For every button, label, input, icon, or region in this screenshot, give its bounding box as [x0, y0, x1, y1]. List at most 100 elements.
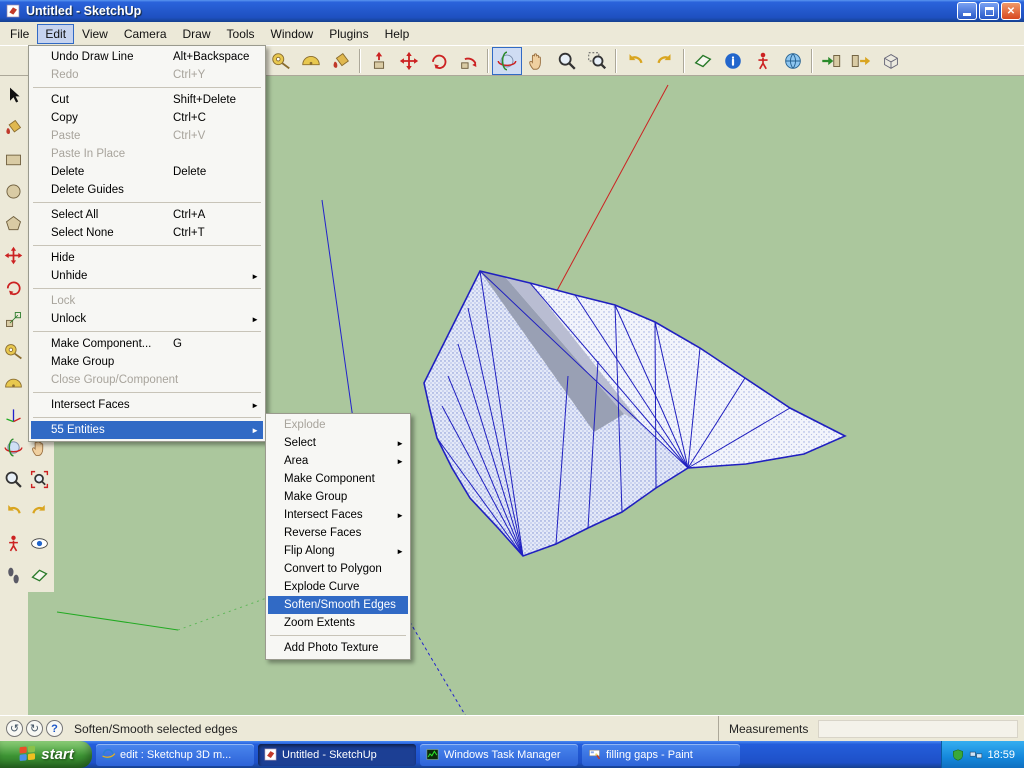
taskbar-clock[interactable]: 18:59 [987, 749, 1015, 761]
edit-menu-item-delete[interactable]: Delete Delete [31, 163, 263, 181]
entities-submenu-item-add-photo-texture[interactable]: Add Photo Texture [268, 639, 408, 657]
shield-tray-icon[interactable] [951, 748, 965, 762]
paint-bucket-tool-button[interactable] [326, 47, 356, 75]
pushpull-tool-button[interactable] [364, 47, 394, 75]
menu-window[interactable]: Window [263, 24, 322, 44]
network-tray-icon[interactable] [969, 748, 983, 762]
entities-submenu-item-explode-curve[interactable]: Explode Curve [268, 578, 408, 596]
circle-tool-button[interactable] [1, 175, 26, 207]
entities-submenu-item-area[interactable]: Area ► [268, 452, 408, 470]
entities-submenu-item-intersect-faces[interactable]: Intersect Faces ► [268, 506, 408, 524]
edit-menu-item-copy[interactable]: Copy Ctrl+C [31, 109, 263, 127]
edit-menu-item-close-group-component[interactable]: Close Group/Component [31, 371, 263, 389]
taskbar-item-windows-task-manager[interactable]: Windows Task Manager [420, 743, 578, 766]
close-button[interactable]: ✕ [1001, 2, 1021, 20]
menu-edit[interactable]: Edit [37, 23, 75, 44]
section-plane-tool-button[interactable] [688, 47, 718, 75]
import-tool-button[interactable] [816, 47, 846, 75]
edit-menu-item-paste-in-place[interactable]: Paste In Place [31, 145, 263, 163]
edit-menu-item-intersect-faces[interactable]: Intersect Faces ► [31, 396, 263, 414]
rotate-ccw-icon[interactable]: ↺ [6, 720, 23, 737]
menu-file[interactable]: File [2, 24, 37, 44]
measurements-field[interactable] [818, 719, 1018, 738]
menu-tools[interactable]: Tools [219, 24, 263, 44]
entities-submenu-item-convert-to-polygon[interactable]: Convert to Polygon [268, 560, 408, 578]
walk-tool-button[interactable] [1, 559, 26, 591]
position-camera-tool-button[interactable] [1, 527, 26, 559]
menu-help[interactable]: Help [377, 24, 418, 44]
rectangle-tool-button[interactable] [1, 143, 26, 175]
entities-submenu-item-make-group[interactable]: Make Group [268, 488, 408, 506]
component-tool-button[interactable] [876, 47, 906, 75]
menu-plugins[interactable]: Plugins [321, 24, 376, 44]
entities-submenu-item-reverse-faces[interactable]: Reverse Faces [268, 524, 408, 542]
minimize-button[interactable] [957, 2, 977, 20]
menu-camera[interactable]: Camera [116, 24, 175, 44]
zoom-extents-tool-button[interactable] [27, 463, 52, 495]
previous-view-tool-button[interactable] [620, 47, 650, 75]
edit-menu-item-select-none[interactable]: Select None Ctrl+T [31, 224, 263, 242]
entities-submenu-item-make-component[interactable]: Make Component [268, 470, 408, 488]
help-icon[interactable]: ? [46, 720, 63, 737]
rotate-tool-button[interactable] [1, 271, 26, 303]
edit-menu-item-select-all[interactable]: Select All Ctrl+A [31, 206, 263, 224]
protractor-tool-button[interactable] [1, 367, 26, 399]
look-around-tool-button[interactable] [27, 527, 52, 559]
sketchup-app-icon[interactable] [5, 3, 21, 19]
move-tool-button[interactable] [394, 47, 424, 75]
taskbar-item-edit-sketchup-3d-m[interactable]: edit : Sketchup 3D m... [96, 743, 254, 766]
export-tool-button[interactable] [846, 47, 876, 75]
globe-tool-button[interactable] [778, 47, 808, 75]
paint-bucket-tool-button[interactable] [1, 111, 26, 143]
rotate-icon [6, 280, 21, 295]
edit-menu-item-delete-guides[interactable]: Delete Guides [31, 181, 263, 199]
orbit-tool-button[interactable] [1, 431, 26, 463]
menu-draw[interactable]: Draw [175, 24, 219, 44]
orbit-tool-button[interactable] [492, 46, 522, 75]
tape-measure-tool-button[interactable] [1, 335, 26, 367]
edit-menu-item-55-entities[interactable]: 55 Entities ► [31, 421, 263, 439]
pan-tool-button[interactable] [522, 47, 552, 75]
edit-menu-item-unlock[interactable]: Unlock ► [31, 310, 263, 328]
zoom-tool-button[interactable] [1, 463, 26, 495]
previous-view-tool-button[interactable] [1, 495, 26, 527]
entities-submenu-item-explode[interactable]: Explode [268, 416, 408, 434]
polygon-tool-button[interactable] [1, 207, 26, 239]
rotate-cw-icon[interactable]: ↻ [26, 720, 43, 737]
edit-menu-item-undo-draw-line[interactable]: Undo Draw Line Alt+Backspace [31, 48, 263, 66]
edit-menu-item-make-component[interactable]: Make Component... G [31, 335, 263, 353]
edit-menu-item-unhide[interactable]: Unhide ► [31, 267, 263, 285]
move-tool-button[interactable] [1, 239, 26, 271]
entities-submenu-item-select[interactable]: Select ► [268, 434, 408, 452]
model-info-tool-button[interactable] [718, 47, 748, 75]
taskbar-item-untitled-sketchup[interactable]: Untitled - SketchUp [258, 743, 416, 766]
axes-tool-button[interactable] [1, 399, 26, 431]
tape-measure-tool-button[interactable] [266, 47, 296, 75]
entities-submenu-item-zoom-extents[interactable]: Zoom Extents [268, 614, 408, 632]
next-view-tool-button[interactable] [27, 495, 52, 527]
edit-menu-item-cut[interactable]: Cut Shift+Delete [31, 91, 263, 109]
protractor-tool-button[interactable] [296, 47, 326, 75]
entities-submenu-item-flip-along[interactable]: Flip Along ► [268, 542, 408, 560]
taskbar-item-filling-gaps-paint[interactable]: filling gaps - Paint [582, 743, 740, 766]
rotate-tool-button[interactable] [424, 47, 454, 75]
select-tool-button[interactable] [1, 79, 26, 111]
edit-menu-item-redo[interactable]: Redo Ctrl+Y [31, 66, 263, 84]
walk-icon [8, 567, 19, 583]
position-camera-tool-button[interactable] [748, 47, 778, 75]
followme-tool-button[interactable] [454, 47, 484, 75]
entities-submenu-item-soften-smooth-edges[interactable]: Soften/Smooth Edges [268, 596, 408, 614]
edit-menu-item-label: Cut [51, 94, 69, 106]
maximize-button[interactable] [979, 2, 999, 20]
scale-tool-button[interactable] [1, 303, 26, 335]
next-view-tool-button[interactable] [650, 47, 680, 75]
edit-menu-item-lock[interactable]: Lock [31, 292, 263, 310]
edit-menu-item-hide[interactable]: Hide [31, 249, 263, 267]
menu-view[interactable]: View [74, 24, 116, 44]
section-plane-tool-button[interactable] [27, 559, 52, 591]
zoom-window-tool-button[interactable] [582, 47, 612, 75]
edit-menu-item-paste[interactable]: Paste Ctrl+V [31, 127, 263, 145]
start-button[interactable]: start [0, 741, 92, 768]
zoom-tool-button[interactable] [552, 47, 582, 75]
edit-menu-item-make-group[interactable]: Make Group [31, 353, 263, 371]
